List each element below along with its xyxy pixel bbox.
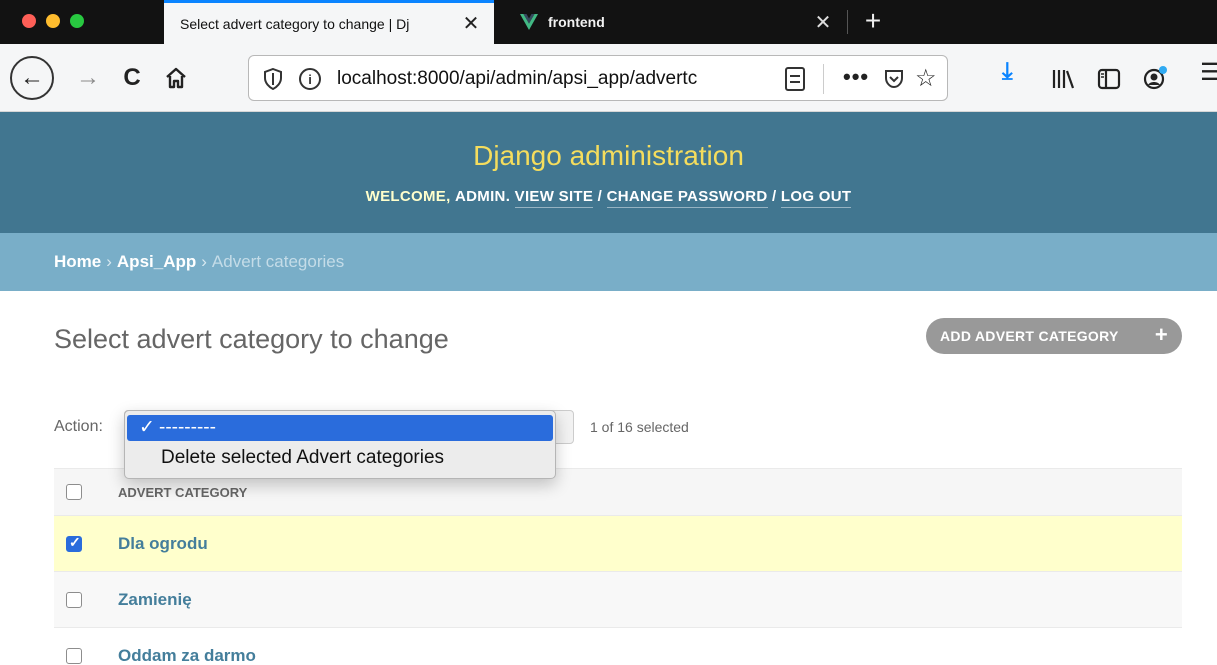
column-header-advert-category[interactable]: Advert category [118,485,247,500]
action-option-empty[interactable]: ✓ --------- [127,415,553,441]
option-label: --------- [159,417,216,438]
admin-header: Django administration Welcome, admin. Vi… [0,112,1217,233]
welcome-text: Welcome, [365,188,451,205]
breadcrumb-separator: › [201,252,207,271]
account-icon[interactable] [1140,64,1170,94]
home-icon [166,67,186,89]
window-minimize-button[interactable] [46,14,60,28]
tab-title: Select advert category to change | Dj [180,15,410,32]
page-title: Select advert category to change [54,324,449,354]
breadcrumb-current: Advert categories [211,252,345,271]
downloads-icon[interactable]: ⤓ [1002,58,1032,88]
view-site-link[interactable]: View site [514,188,594,208]
results-table: Advert category Dla ogrodu Zamienię Odda… [54,468,1182,665]
breadcrumb-separator: › [106,252,112,271]
row-checkbox[interactable] [66,591,82,608]
browser-tab-strip: Select advert category to change | Dj ✕ … [0,0,1217,44]
url-host: localhost [337,68,412,89]
table-row: Zamienię [54,572,1182,628]
page-actions-icon[interactable]: ••• [843,64,869,90]
table-row: Dla ogrodu [54,516,1182,572]
reader-view-icon[interactable] [785,67,805,91]
breadcrumb-home[interactable]: Home [54,252,101,272]
forward-button[interactable]: → [72,62,104,94]
plus-icon: + [1154,322,1168,347]
address-bar-divider [823,64,824,94]
row-link[interactable]: Dla ogrodu [118,534,208,554]
option-label: Delete selected Advert categories [161,447,445,468]
tab-close-icon[interactable]: ✕ [812,10,834,35]
new-tab-button[interactable]: + [858,5,888,37]
breadcrumb-app[interactable]: Apsi_App [117,252,196,272]
menu-icon[interactable]: ☰ [1200,58,1217,88]
add-button-label: ADD ADVERT CATEGORY [940,328,1119,344]
username: admin [455,188,506,205]
tracking-shield-icon[interactable] [263,68,283,90]
breadcrumb: Home › Apsi_App › Advert categories [0,233,1217,291]
site-branding[interactable]: Django administration [0,140,1217,172]
table-row: Oddam za darmo [54,628,1182,665]
tab-django-admin[interactable]: Select advert category to change | Dj ✕ [164,0,494,44]
reload-button[interactable]: C [116,62,148,94]
change-password-link[interactable]: Change password [606,188,768,208]
action-option-delete-selected[interactable]: Delete selected Advert categories [127,445,553,471]
browser-nav-bar: ← → C i localhost:8000/api/admin/apsi_ap… [0,44,1217,112]
check-icon: ✓ [139,417,155,438]
tab-title: frontend [548,14,605,30]
window-maximize-button[interactable] [70,14,84,28]
url-text[interactable]: localhost:8000/api/admin/apsi_app/advert… [337,68,737,90]
pocket-icon[interactable] [883,68,905,90]
select-all-checkbox[interactable] [66,484,82,500]
bookmark-star-icon[interactable]: ☆ [915,64,937,93]
user-tools: Welcome, admin. View site / Change passw… [0,188,1217,208]
row-checkbox[interactable] [66,647,82,664]
url-path: :8000/api/admin/apsi_app/advertc [412,68,698,89]
action-label: Action: [54,418,103,435]
log-out-link[interactable]: Log out [780,188,852,208]
sidebar-icon[interactable] [1094,64,1124,94]
tab-divider [847,10,848,34]
selected-count: 1 of 16 selected [590,419,689,435]
tab-frontend[interactable]: frontend ✕ [506,0,846,44]
site-info-icon[interactable]: i [299,68,321,90]
tab-close-icon[interactable]: ✕ [460,11,482,36]
row-link[interactable]: Oddam za darmo [118,646,256,665]
home-button[interactable] [160,62,192,94]
row-checkbox[interactable] [66,534,82,552]
back-button[interactable]: ← [10,56,54,100]
vue-logo-icon [520,14,538,30]
library-icon[interactable] [1048,64,1078,94]
action-dropdown-menu: ✓ --------- Delete selected Advert categ… [124,410,556,479]
window-close-button[interactable] [22,14,36,28]
add-advert-category-button[interactable]: ADD ADVERT CATEGORY + [926,318,1182,354]
row-link[interactable]: Zamienię [118,590,192,610]
address-bar[interactable]: i localhost:8000/api/admin/apsi_app/adve… [248,55,948,101]
